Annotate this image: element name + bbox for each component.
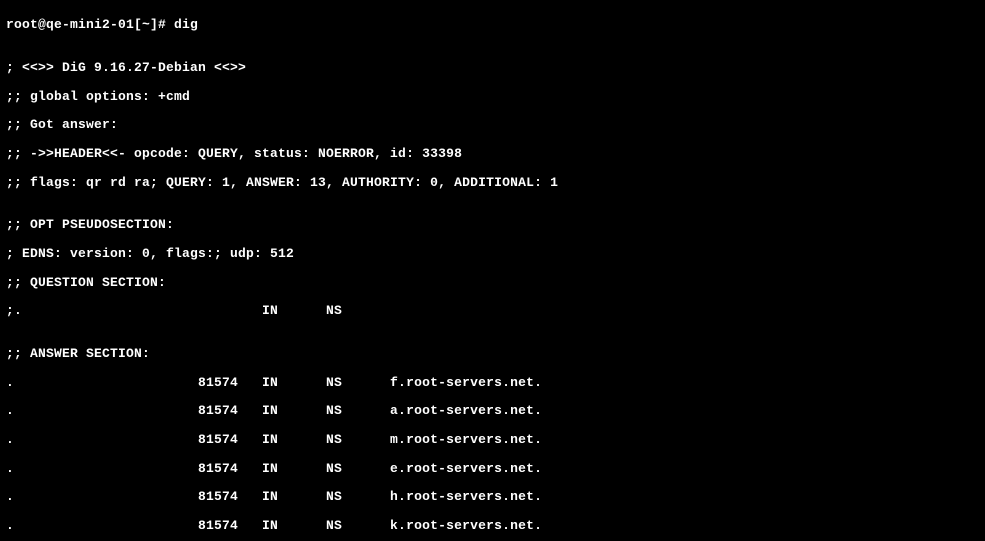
answer-row: . 81574 IN NS e.root-servers.net. bbox=[6, 462, 979, 476]
global-options: ;; global options: +cmd bbox=[6, 90, 979, 104]
got-answer: ;; Got answer: bbox=[6, 118, 979, 132]
answer-row: . 81574 IN NS m.root-servers.net. bbox=[6, 433, 979, 447]
answer-row: . 81574 IN NS f.root-servers.net. bbox=[6, 376, 979, 390]
question-section-header: ;; QUESTION SECTION: bbox=[6, 276, 979, 290]
terminal-output[interactable]: root@qe-mini2-01[~]# dig ; <<>> DiG 9.16… bbox=[0, 0, 985, 541]
opt-section-header: ;; OPT PSEUDOSECTION: bbox=[6, 218, 979, 232]
prompt-line: root@qe-mini2-01[~]# dig bbox=[6, 18, 979, 32]
edns-line: ; EDNS: version: 0, flags:; udp: 512 bbox=[6, 247, 979, 261]
answer-row: . 81574 IN NS h.root-servers.net. bbox=[6, 490, 979, 504]
question-row: ;. IN NS bbox=[6, 304, 979, 318]
header-line: ;; ->>HEADER<<- opcode: QUERY, status: N… bbox=[6, 147, 979, 161]
answer-section-header: ;; ANSWER SECTION: bbox=[6, 347, 979, 361]
dig-version: ; <<>> DiG 9.16.27-Debian <<>> bbox=[6, 61, 979, 75]
answer-row: . 81574 IN NS k.root-servers.net. bbox=[6, 519, 979, 533]
answer-row: . 81574 IN NS a.root-servers.net. bbox=[6, 404, 979, 418]
flags-line: ;; flags: qr rd ra; QUERY: 1, ANSWER: 13… bbox=[6, 176, 979, 190]
